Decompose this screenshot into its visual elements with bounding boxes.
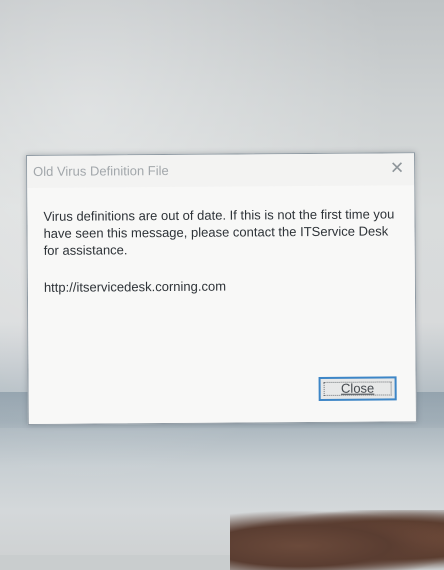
dialog-title: Old Virus Definition File	[33, 163, 169, 179]
dialog-titlebar[interactable]: Old Virus Definition File ✕	[27, 153, 415, 188]
close-button-label: Close	[340, 380, 375, 396]
dialog-message: Virus definitions are out of date. If th…	[43, 206, 395, 258]
service-desk-url: http://itservicedesk.corning.com	[43, 278, 227, 295]
close-button[interactable]: Close	[318, 376, 397, 401]
close-icon[interactable]: ✕	[384, 156, 410, 180]
dialog-body: Virus definitions are out of date. If th…	[27, 185, 416, 424]
wallpaper-rocks	[230, 510, 444, 570]
virus-definition-dialog: Old Virus Definition File ✕ Virus defini…	[26, 152, 417, 425]
